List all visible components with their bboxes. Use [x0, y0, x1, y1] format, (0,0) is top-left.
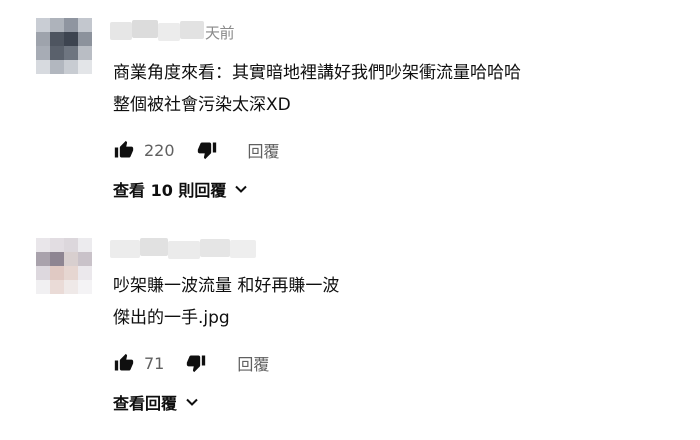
avatar[interactable]: [36, 238, 92, 294]
thumbs-down-icon[interactable]: [196, 139, 218, 161]
view-replies-label: 查看 10 則回覆: [113, 181, 227, 200]
comment-line: 商業角度來看：其實暗地裡講好我們吵架衝流量哈哈哈: [113, 63, 521, 83]
author-name-redacted[interactable]: [110, 238, 260, 260]
comment-text: 商業角度來看：其實暗地裡講好我們吵架衝流量哈哈哈 整個被社會污染太深XD: [113, 57, 521, 121]
thumbs-up-icon[interactable]: [113, 139, 135, 161]
comment-text: 吵架賺一波流量 和好再賺一波 傑出的一手.jpg: [113, 270, 339, 334]
comment-line: 吵架賺一波流量 和好再賺一波: [113, 276, 340, 296]
comment-actions: 71 回覆: [113, 350, 269, 376]
view-replies-button[interactable]: 查看回覆: [113, 390, 199, 414]
comment-line: 傑出的一手.jpg: [113, 308, 230, 328]
comment-thread-2: 吵架賺一波流量 和好再賺一波 傑出的一手.jpg 71 回覆 查看回覆: [0, 220, 700, 440]
avatar[interactable]: [36, 18, 92, 74]
view-replies-button[interactable]: 查看 10 則回覆: [113, 177, 248, 201]
author-name-redacted[interactable]: [110, 20, 260, 42]
thumbs-up-icon[interactable]: [113, 352, 135, 374]
comment-actions: 220 回覆: [113, 137, 280, 163]
chevron-down-icon: [185, 395, 199, 409]
reply-button[interactable]: 回覆: [237, 351, 269, 375]
thumbs-down-icon[interactable]: [185, 352, 207, 374]
like-count: 71: [144, 353, 165, 373]
chevron-down-icon: [234, 182, 248, 196]
comment-thread-1: 天前 商業角度來看：其實暗地裡講好我們吵架衝流量哈哈哈 整個被社會污染太深XD …: [0, 0, 700, 220]
like-count: 220: [144, 140, 175, 160]
view-replies-label: 查看回覆: [113, 394, 178, 413]
comment-line: 整個被社會污染太深XD: [113, 95, 291, 115]
comment-timestamp[interactable]: 天前: [205, 22, 235, 43]
reply-button[interactable]: 回覆: [248, 138, 280, 162]
